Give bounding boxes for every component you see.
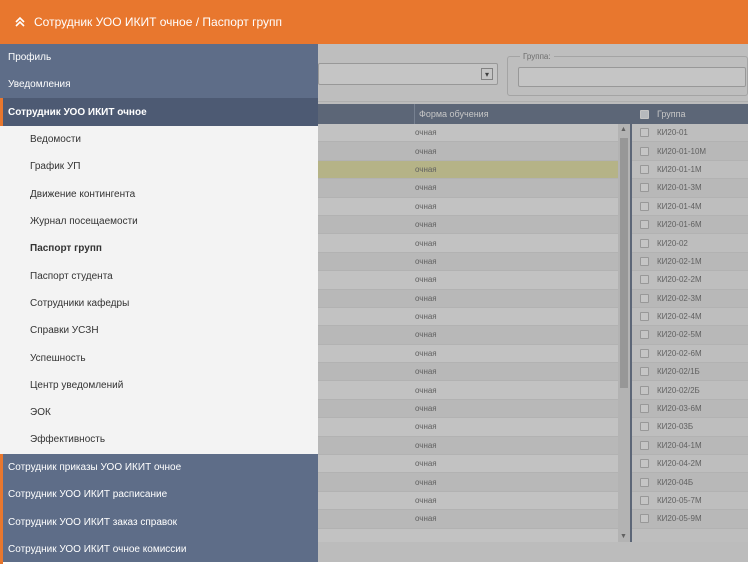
sidebar-section-orders[interactable]: Сотрудник приказы УОО ИКИТ очное bbox=[0, 453, 318, 482]
modal-overlay[interactable] bbox=[318, 44, 748, 562]
submenu-item[interactable]: Успешность bbox=[0, 344, 318, 371]
submenu-item[interactable]: Движение контингента bbox=[0, 181, 318, 208]
sidebar-item-notifications[interactable]: Уведомления bbox=[0, 71, 318, 98]
submenu-item[interactable]: Справки УСЗН bbox=[0, 317, 318, 344]
submenu-item[interactable]: Эффективность bbox=[0, 426, 318, 453]
sidebar-menu: Профиль Уведомления Сотрудник УОО ИКИТ о… bbox=[0, 44, 318, 564]
sidebar-section-schedule[interactable]: Сотрудник УОО ИКИТ расписание bbox=[0, 481, 318, 509]
sidebar-section-certificate-orders[interactable]: Сотрудник УОО ИКИТ заказ справок bbox=[0, 508, 318, 537]
sidebar-section-commissions[interactable]: Сотрудник УОО ИКИТ очное комиссии bbox=[0, 536, 318, 564]
sidebar-section-uoo-ikit-full-time[interactable]: Сотрудник УОО ИКИТ очное bbox=[0, 98, 318, 126]
submenu-item[interactable]: Паспорт студента bbox=[0, 262, 318, 289]
submenu-item[interactable]: Журнал посещаемости bbox=[0, 208, 318, 235]
submenu-item[interactable]: Ведомости bbox=[0, 126, 318, 153]
page-title: Сотрудник УОО ИКИТ очное / Паспорт групп bbox=[34, 15, 283, 29]
submenu-item[interactable]: График УП bbox=[0, 153, 318, 180]
submenu-item[interactable]: Паспорт групп bbox=[0, 235, 318, 262]
submenu-item[interactable]: Центр уведомлений bbox=[0, 372, 318, 399]
sidebar-item-profile[interactable]: Профиль bbox=[0, 44, 318, 71]
submenu-item[interactable]: Сотрудники кафедры bbox=[0, 290, 318, 317]
sidebar-submenu: Ведомости График УП Движение контингента Жу… bbox=[0, 126, 318, 454]
top-bar: Сотрудник УОО ИКИТ очное / Паспорт групп bbox=[0, 0, 748, 44]
submenu-item[interactable]: ЭОК bbox=[0, 399, 318, 426]
collapse-menu-icon[interactable] bbox=[14, 16, 26, 28]
